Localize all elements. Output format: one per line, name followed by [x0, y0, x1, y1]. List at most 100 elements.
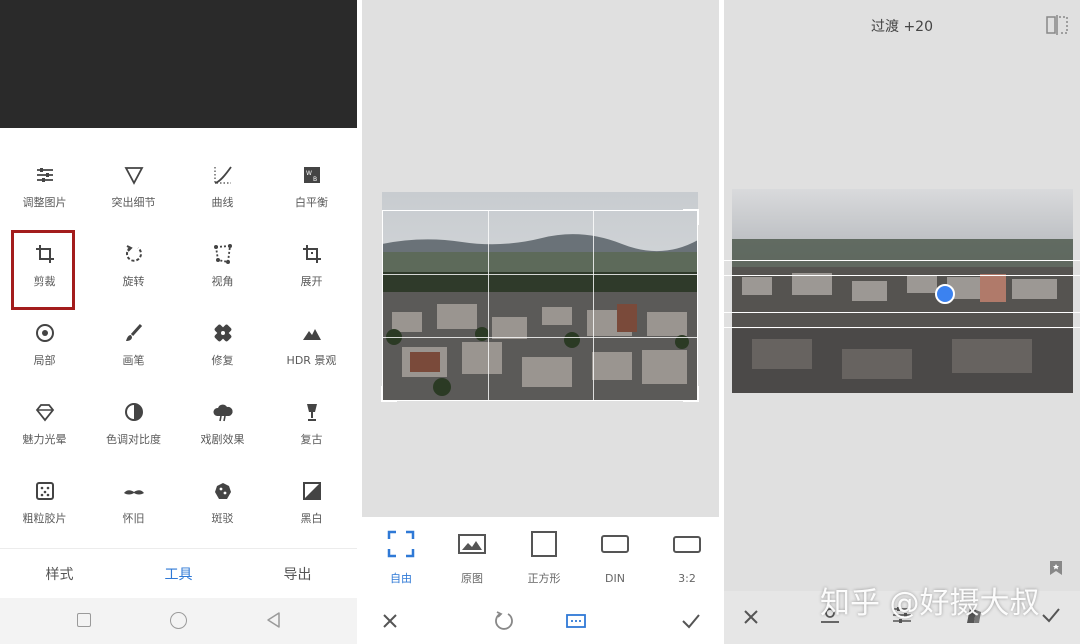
- white-balance-icon: WB: [303, 167, 320, 183]
- tool-label: 色调对比度: [106, 433, 161, 446]
- retrolux-mustache-icon: [123, 490, 144, 495]
- crop-grid-line: [593, 211, 594, 400]
- hdr-mountain-icon: [302, 329, 321, 340]
- crop-grid-line: [383, 337, 697, 338]
- crop-grid-line: [383, 274, 697, 275]
- tool-curves-button[interactable]: 曲线: [178, 150, 267, 228]
- screenshot-root: 样式 工具 导出 调整图片 突出细节 曲线 W B 白平衡剪裁 旋转 视角 展开局部 画笔 修复 HD…: [0, 0, 1080, 644]
- grainy-film-icon: [35, 482, 54, 500]
- tool-grunge-button[interactable]: 斑驳: [178, 466, 267, 544]
- tools-panel: 样式 工具 导出 调整图片 突出细节 曲线 W B 白平衡剪裁 旋转 视角 展开局部 画笔 修复 HD…: [0, 0, 357, 644]
- ratio-original-button[interactable]: 原图: [442, 529, 502, 586]
- tool-label: 调整图片: [22, 196, 67, 209]
- tool-label: 黑白: [300, 512, 323, 525]
- tool-white-balance-button[interactable]: W B 白平衡: [267, 150, 356, 228]
- tab-export[interactable]: 导出: [238, 564, 357, 584]
- details-triangle-icon: [124, 167, 143, 185]
- tool-black-white-button[interactable]: 黑白: [267, 466, 356, 544]
- rotate-icon: [125, 245, 142, 262]
- ratio-label: 原图: [461, 572, 483, 585]
- tool-label: 白平衡: [295, 196, 328, 209]
- tool-label: 魅力光晕: [22, 433, 67, 446]
- tool-label: 剪裁: [33, 275, 56, 288]
- tool-glamour-glow-button[interactable]: 魅力光晕: [0, 387, 89, 465]
- crop-icon: [35, 245, 54, 263]
- crop-grid-line: [488, 211, 489, 400]
- tool-label: 怀旧: [122, 512, 145, 525]
- recent-apps-icon[interactable]: [77, 613, 91, 627]
- perspective-icon: [213, 244, 232, 264]
- rotate-icon[interactable]: [492, 609, 516, 633]
- tool-label: 视角: [211, 275, 234, 288]
- tab-styles[interactable]: 样式: [0, 564, 119, 584]
- tool-tune-sliders-button[interactable]: 调整图片: [0, 150, 89, 228]
- tool-retrolux-mustache-button[interactable]: 怀旧: [89, 466, 178, 544]
- tilt-shift-panel: 过渡 +20 知乎 @好摄大叔: [724, 0, 1080, 644]
- curves-icon: [213, 166, 232, 184]
- vintage-lamp-icon: [306, 404, 317, 421]
- adjustment-title: 过渡 +20: [871, 19, 933, 35]
- selective-icon: [35, 324, 54, 342]
- crop-frame[interactable]: [381, 209, 699, 402]
- tool-label: 曲线: [211, 196, 234, 209]
- svg-text:W: W: [306, 170, 312, 177]
- system-nav-bar: [0, 598, 357, 644]
- tool-label: 复古: [300, 433, 323, 446]
- square-icon: [531, 531, 557, 557]
- tilt-center-handle[interactable]: [935, 284, 955, 304]
- tool-label: HDR 景观: [286, 354, 337, 367]
- tool-details-triangle-button[interactable]: 突出细节: [89, 150, 178, 228]
- ratio-3-2-button[interactable]: 3:2: [657, 529, 717, 586]
- crop-handle[interactable]: [683, 386, 699, 402]
- compare-icon[interactable]: [1046, 15, 1068, 35]
- cancel-icon[interactable]: [378, 609, 402, 633]
- tool-rotate-button[interactable]: 旋转: [89, 229, 178, 307]
- tool-expand-button[interactable]: 展开: [267, 229, 356, 307]
- aspect-ratio-bar: 自由 原图 正方形 DIN 3:2: [362, 517, 719, 597]
- ratio-square-button[interactable]: 正方形: [514, 529, 574, 586]
- ratio-free-button[interactable]: 自由: [371, 529, 431, 586]
- aspect-ratio-icon[interactable]: [564, 609, 588, 633]
- ratio-label: 正方形: [527, 572, 561, 585]
- tool-healing-button[interactable]: 修复: [178, 308, 267, 386]
- tab-tools[interactable]: 工具: [119, 564, 238, 584]
- home-icon[interactable]: [170, 612, 187, 629]
- tool-vintage-lamp-button[interactable]: 复古: [267, 387, 356, 465]
- tool-drama-cloud-button[interactable]: 戏剧效果: [178, 387, 267, 465]
- ratio-din-button[interactable]: DIN: [585, 529, 645, 586]
- glamour-glow-icon: [35, 404, 54, 422]
- ratio-label: DIN: [605, 572, 625, 585]
- tool-hdr-mountain-button[interactable]: HDR 景观: [267, 308, 356, 386]
- tool-label: 斑驳: [211, 512, 234, 525]
- grunge-icon: [214, 483, 231, 499]
- ratio-label: 3:2: [678, 572, 696, 585]
- tilt-inner-line[interactable]: [724, 312, 1080, 313]
- drama-cloud-icon: [212, 404, 233, 422]
- crop-handle[interactable]: [381, 386, 397, 402]
- bookmark-icon[interactable]: [1049, 560, 1063, 576]
- healing-icon: [214, 324, 231, 342]
- tilt-inner-line[interactable]: [724, 275, 1080, 276]
- crop-action-bar: [362, 597, 719, 644]
- din-rect-icon: [601, 535, 629, 553]
- confirm-icon[interactable]: [679, 609, 703, 633]
- tool-tonal-contrast-button[interactable]: 色调对比度: [89, 387, 178, 465]
- tool-label: 粗粒胶片: [22, 512, 67, 525]
- tool-label: 局部: [33, 354, 56, 367]
- svg-text:B: B: [313, 176, 317, 183]
- confirm-icon[interactable]: [1039, 603, 1063, 627]
- tool-selective-button[interactable]: 局部: [0, 308, 89, 386]
- crop-handle[interactable]: [683, 209, 699, 225]
- back-icon[interactable]: [265, 611, 283, 629]
- tilt-outer-line[interactable]: [724, 260, 1080, 261]
- black-white-icon: [302, 482, 321, 500]
- tilt-outer-line[interactable]: [724, 327, 1080, 328]
- tool-label: 戏剧效果: [200, 433, 245, 446]
- ratio-label: 自由: [390, 572, 412, 585]
- cancel-icon[interactable]: [739, 605, 763, 629]
- tool-brush-button[interactable]: 画笔: [89, 308, 178, 386]
- tilt-shift-photo: [732, 189, 1073, 393]
- tool-perspective-button[interactable]: 视角: [178, 229, 267, 307]
- tool-crop-button[interactable]: 剪裁: [0, 229, 89, 307]
- tool-grainy-film-button[interactable]: 粗粒胶片: [0, 466, 89, 544]
